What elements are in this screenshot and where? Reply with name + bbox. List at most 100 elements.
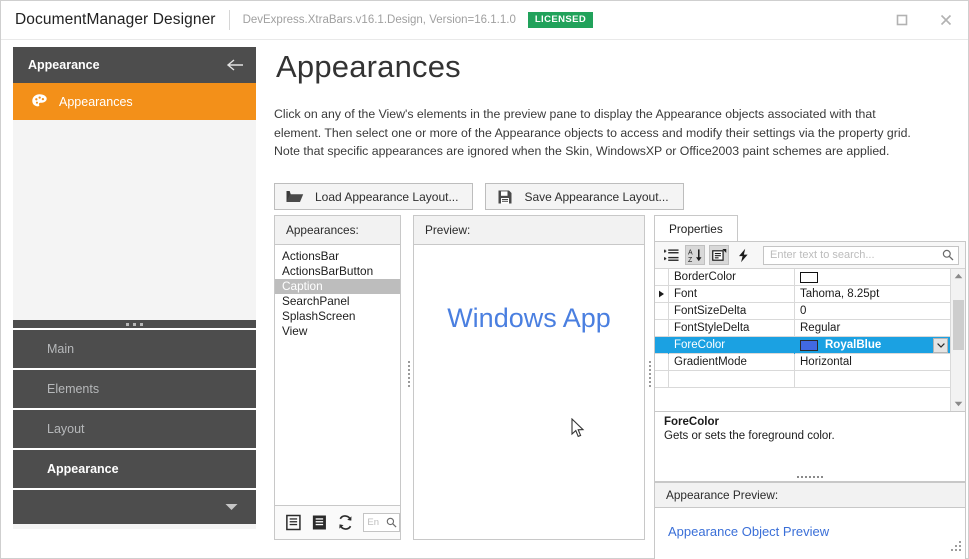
splitter-dot	[649, 385, 651, 387]
sidebar-grip[interactable]	[13, 320, 256, 330]
categorized-view-button[interactable]	[661, 245, 681, 265]
preview-canvas[interactable]: Windows App	[414, 245, 644, 539]
sidebar-nav-layout[interactable]: Layout	[13, 410, 256, 450]
lightning-bolt-icon	[738, 248, 748, 262]
list-item[interactable]: SplashScreen	[275, 309, 400, 324]
grip-dot	[817, 476, 819, 478]
property-value[interactable]: 0	[795, 305, 950, 317]
mouse-cursor-icon	[571, 418, 585, 438]
property-name: BorderColor	[668, 268, 795, 286]
list-item[interactable]: View	[275, 324, 400, 339]
preview-pane-header: Preview:	[414, 216, 644, 245]
tab-properties[interactable]: Properties	[654, 215, 738, 241]
property-value[interactable]: Horizontal	[795, 356, 950, 368]
appearance-preview-header: Appearance Preview:	[654, 482, 966, 508]
close-icon[interactable]	[924, 1, 968, 39]
splitter-dot	[408, 381, 410, 383]
refresh-icon[interactable]	[337, 514, 354, 531]
scrollbar-thumb[interactable]	[952, 300, 964, 350]
properties-grid: BorderColor Font Tahoma, 8.25pt FontSize…	[655, 268, 965, 411]
sidebar-nav-appearance[interactable]: Appearance	[13, 450, 256, 490]
maximize-icon[interactable]	[880, 1, 924, 39]
sort-az-icon: A Z	[688, 248, 701, 263]
table-row[interactable]: FontStyleDelta Regular	[655, 319, 950, 337]
pane-splitter-right[interactable]	[647, 355, 653, 393]
property-name: FontStyleDelta	[668, 319, 795, 337]
svg-text:A: A	[688, 249, 693, 256]
appearances-pane: Appearances: ActionsBar ActionsBarButton…	[274, 215, 401, 540]
scroll-up-icon[interactable]	[954, 269, 963, 283]
properties-search-input[interactable]: Enter text to search...	[763, 245, 959, 265]
property-pages-button[interactable]	[709, 245, 729, 265]
search-icon	[942, 249, 954, 261]
color-swatch-white	[800, 271, 818, 283]
appearance-object-preview-link[interactable]: Appearance Object Preview	[668, 524, 829, 539]
grip-dot	[133, 322, 136, 326]
sidebar-nav-more-button[interactable]	[13, 490, 256, 524]
sidebar-nav-label: Elements	[47, 382, 100, 396]
pane-splitter-left[interactable]	[406, 355, 412, 393]
splitter-dot	[649, 377, 651, 379]
property-value[interactable]	[795, 271, 950, 283]
palette-icon	[32, 94, 47, 107]
grip-dot	[959, 541, 961, 543]
categorized-icon	[663, 248, 679, 261]
properties-scrollbar[interactable]	[950, 269, 965, 411]
table-row-selected[interactable]: ForeColor RoyalBlue	[655, 336, 950, 354]
list-item[interactable]: ActionsBarButton	[275, 264, 400, 279]
sidebar-empty-area	[13, 120, 256, 320]
property-name: Font	[668, 285, 795, 303]
sidebar-item-appearances[interactable]: Appearances	[13, 83, 256, 120]
scroll-down-icon[interactable]	[954, 397, 963, 411]
back-arrow-icon[interactable]	[226, 58, 244, 72]
properties-rows: BorderColor Font Tahoma, 8.25pt FontSize…	[655, 268, 950, 411]
dropdown-button[interactable]	[933, 337, 948, 353]
property-value-text: RoyalBlue	[825, 339, 882, 351]
save-appearance-layout-button[interactable]: Save Appearance Layout...	[485, 183, 684, 211]
table-row[interactable]: Font Tahoma, 8.25pt	[655, 285, 950, 303]
window-resize-grip[interactable]	[950, 540, 964, 554]
row-expander[interactable]	[655, 290, 668, 298]
sidebar-nav-label: Appearance	[47, 462, 119, 476]
list-item-selected[interactable]: Caption	[275, 279, 400, 294]
list-outline-icon[interactable]	[285, 514, 302, 531]
property-value[interactable]: RoyalBlue	[795, 337, 950, 353]
appearances-search-input[interactable]: En	[363, 513, 401, 532]
grip-dot	[959, 549, 961, 551]
table-row-partial[interactable]	[655, 370, 950, 388]
properties-tabstrip: Properties	[654, 215, 966, 241]
main-content: Appearances Click on any of the View's e…	[274, 47, 964, 211]
appearances-list[interactable]: ActionsBar ActionsBarButton Caption Sear…	[275, 245, 400, 505]
save-floppy-icon	[498, 190, 512, 204]
appearance-preview-body: Appearance Object Preview	[654, 508, 966, 559]
properties-grid-container: A Z Enter text to search... BorderColor …	[654, 241, 966, 412]
table-row[interactable]: BorderColor	[655, 268, 950, 286]
list-filled-icon[interactable]	[311, 514, 328, 531]
list-item[interactable]: ActionsBar	[275, 249, 400, 264]
grip-dot	[140, 322, 143, 326]
splitter-dot	[408, 365, 410, 367]
property-description-panel: ForeColor Gets or sets the foreground co…	[654, 412, 966, 482]
sidebar-header-title: Appearance	[28, 58, 100, 72]
chevron-down-icon	[936, 342, 945, 348]
sidebar-nav-elements[interactable]: Elements	[13, 370, 256, 410]
splitter-dot	[408, 377, 410, 379]
grip-dot	[801, 476, 803, 478]
events-button[interactable]	[733, 245, 753, 265]
property-value[interactable]: Regular	[795, 322, 950, 334]
list-item[interactable]: SearchPanel	[275, 294, 400, 309]
property-value[interactable]: Tahoma, 8.25pt	[795, 288, 950, 300]
appearances-toolbar: En	[275, 505, 401, 539]
load-appearance-layout-button[interactable]: Load Appearance Layout...	[274, 183, 474, 211]
splitter-dot	[408, 369, 410, 371]
table-row[interactable]: FontSizeDelta 0	[655, 302, 950, 320]
description-resize-grip[interactable]	[655, 476, 965, 478]
sidebar: Appearance Appearances Main Elements Lay…	[13, 47, 256, 529]
sidebar-nav-main[interactable]: Main	[13, 330, 256, 370]
alphabetical-sort-button[interactable]: A Z	[685, 245, 705, 265]
properties-search-placeholder: Enter text to search...	[770, 249, 875, 261]
table-row[interactable]: GradientMode Horizontal	[655, 353, 950, 371]
sidebar-header: Appearance	[13, 47, 256, 83]
grip-dot	[805, 476, 807, 478]
splitter-dot	[408, 373, 410, 375]
